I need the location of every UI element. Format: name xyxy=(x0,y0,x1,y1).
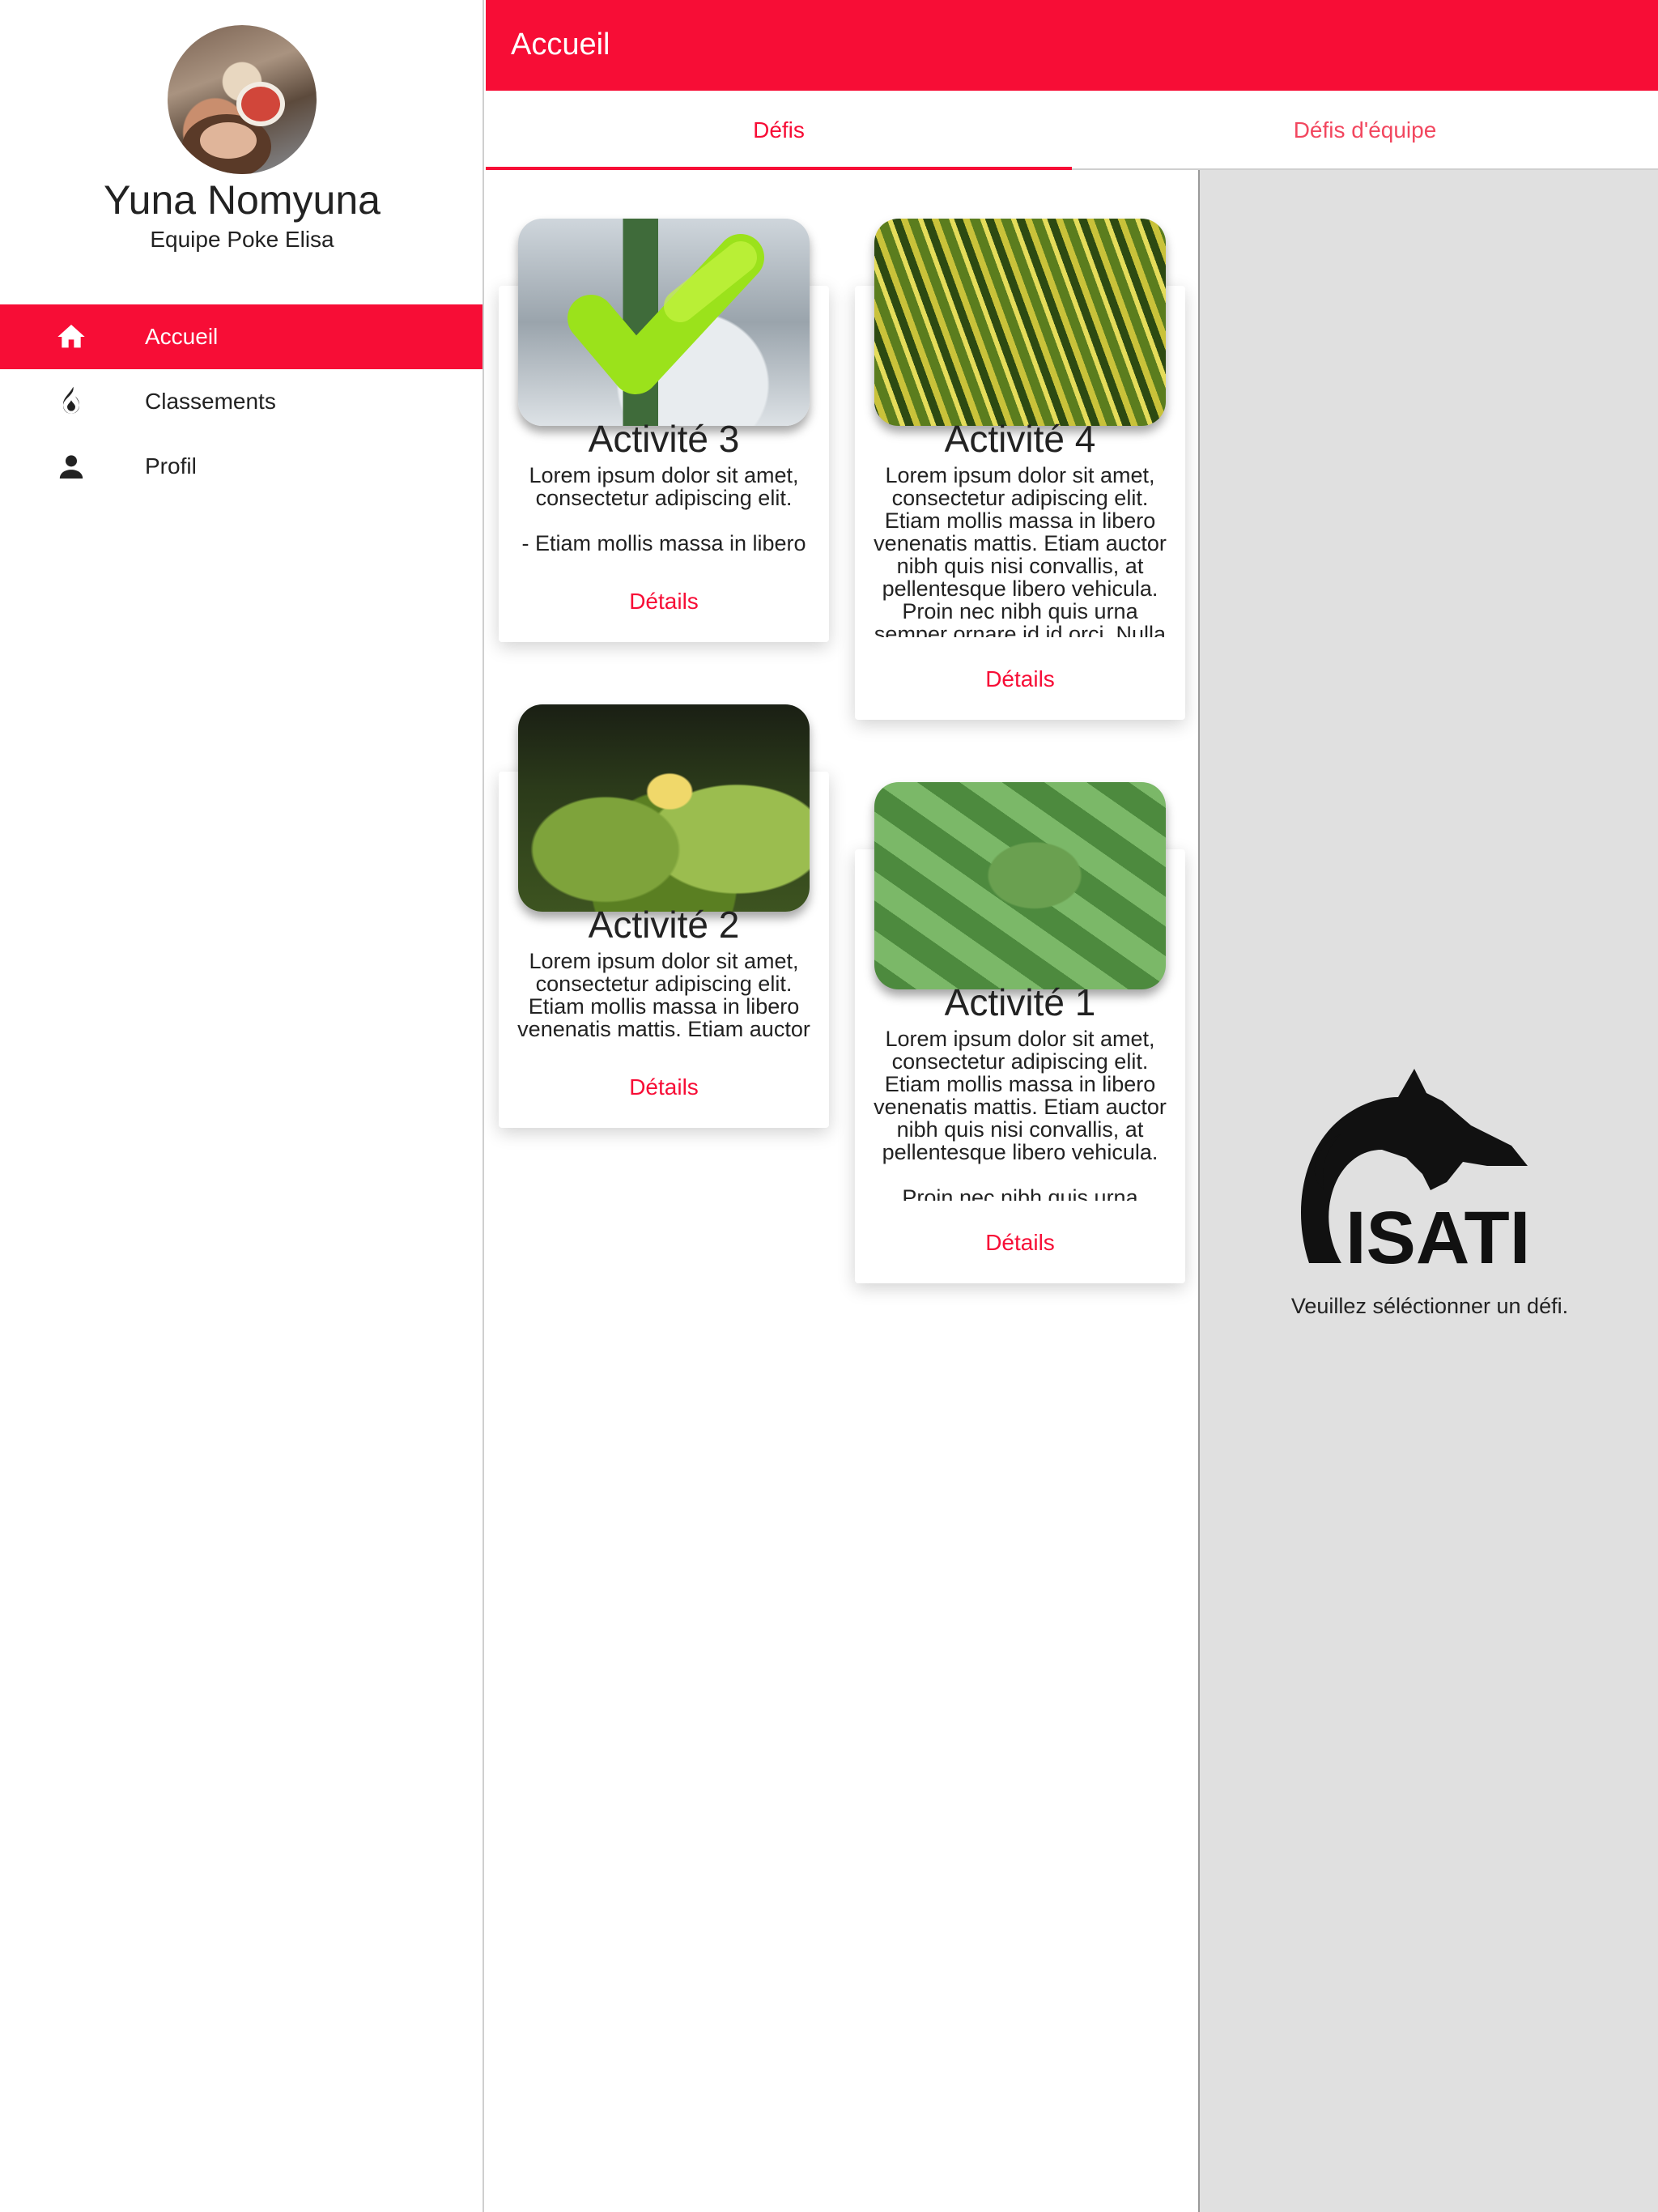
sidebar-item-profil[interactable]: Profil xyxy=(0,434,483,499)
card-title: Activité 2 xyxy=(588,904,740,946)
wolf-logo-icon: ISATI xyxy=(1301,1069,1530,1279)
card-image xyxy=(518,219,810,426)
home-icon xyxy=(57,325,85,348)
challenge-card[interactable]: Activité 4 Lorem ipsum dolor sit amet, c… xyxy=(855,219,1185,720)
tab-defis[interactable]: Défis xyxy=(486,91,1072,170)
card-image xyxy=(518,704,810,912)
details-button[interactable]: Détails xyxy=(855,666,1185,692)
person-icon xyxy=(59,455,83,479)
detail-panel: ISATI Veuillez séléctionner un défi. xyxy=(1198,170,1658,2212)
card-image xyxy=(874,782,1166,989)
sidebar-item-accueil[interactable]: Accueil xyxy=(0,304,483,369)
tab-bar: Défis Défis d'équipe xyxy=(486,91,1658,170)
card-title: Activité 1 xyxy=(944,981,1096,1023)
avatar[interactable] xyxy=(168,25,317,174)
challenge-card[interactable]: Activité 3 Lorem ipsum dolor sit amet, c… xyxy=(499,219,829,642)
app-header: Accueil xyxy=(486,0,1658,91)
profile-team: Equipe Poke Elisa xyxy=(150,227,334,252)
logo-text: ISATI xyxy=(1346,1197,1530,1279)
sidebar-item-label: Accueil xyxy=(145,324,219,349)
tab-defis-equipe[interactable]: Défis d'équipe xyxy=(1072,91,1658,170)
card-description: Lorem ipsum dolor sit amet, consectetur … xyxy=(874,1027,1167,1201)
sidebar: Yuna Nomyuna Equipe Poke Elisa Accueil C… xyxy=(0,0,484,2212)
sidebar-item-label: Profil xyxy=(145,453,197,479)
card-description: Lorem ipsum dolor sit amet, consectetur … xyxy=(874,464,1167,637)
flame-icon xyxy=(63,386,79,414)
avatar-face xyxy=(200,122,257,159)
card-image xyxy=(874,219,1166,426)
app-root: Yuna Nomyuna Equipe Poke Elisa Accueil C… xyxy=(0,0,1658,2212)
sidebar-item-label: Classements xyxy=(145,389,276,414)
page-title: Accueil xyxy=(511,28,610,62)
challenge-card[interactable]: Activité 1 Lorem ipsum dolor sit amet, c… xyxy=(855,782,1185,1283)
sidebar-nav: Accueil Classements Profil xyxy=(0,304,483,499)
challenge-list: Activité 3 Lorem ipsum dolor sit amet, c… xyxy=(486,170,1198,2212)
card-title: Activité 4 xyxy=(944,418,1096,460)
empty-state-message: Veuillez séléctionner un défi. xyxy=(1290,1294,1569,1318)
details-button[interactable]: Détails xyxy=(855,1230,1185,1256)
details-button[interactable]: Détails xyxy=(499,1074,829,1100)
sidebar-item-classements[interactable]: Classements xyxy=(0,369,483,434)
details-button[interactable]: Détails xyxy=(499,589,829,615)
profile-name: Yuna Nomyuna xyxy=(104,177,380,223)
challenge-card[interactable]: Activité 2 Lorem ipsum dolor sit amet, c… xyxy=(499,704,829,1128)
check-icon xyxy=(568,234,764,394)
card-title: Activité 3 xyxy=(588,418,740,460)
avatar-cup xyxy=(236,82,285,126)
card-description: Lorem ipsum dolor sit amet, consectetur … xyxy=(517,950,810,1040)
card-description: Lorem ipsum dolor sit amet, consectetur … xyxy=(521,464,806,555)
